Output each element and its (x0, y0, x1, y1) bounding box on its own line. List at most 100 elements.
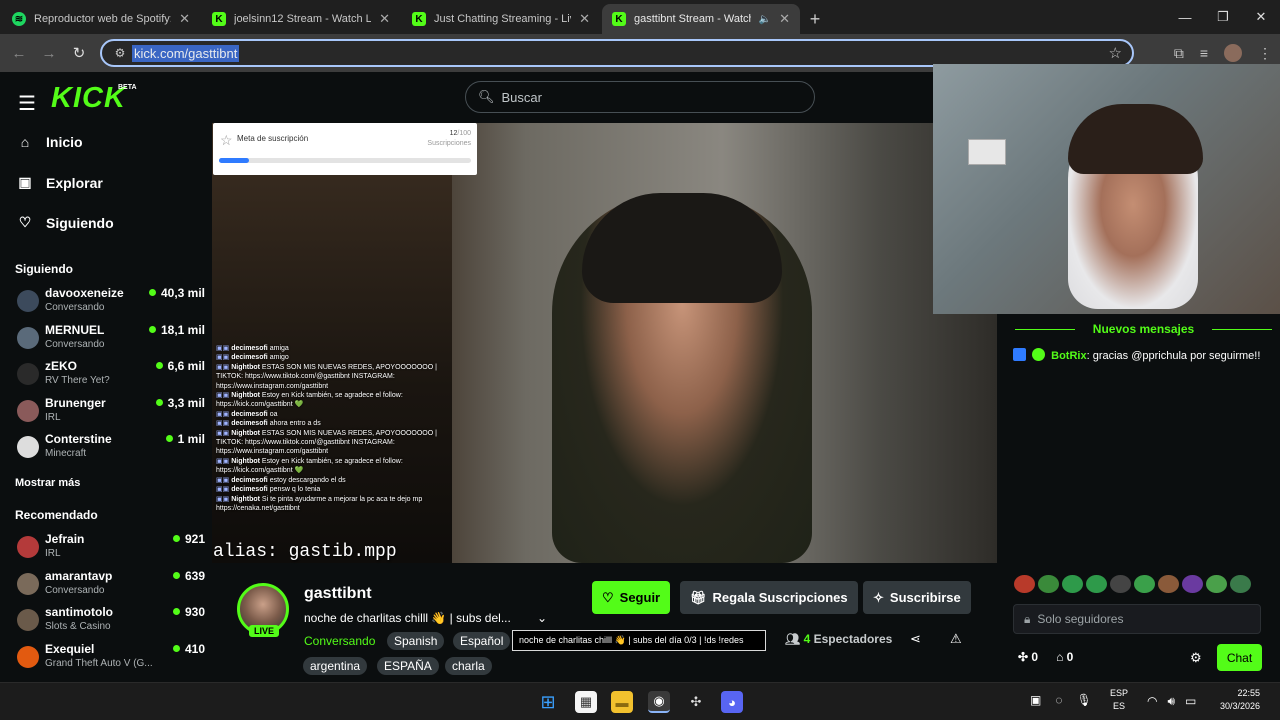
battery-icon[interactable]: ▭ (1185, 694, 1196, 709)
tray-app-icon[interactable]: ◌ (1055, 693, 1062, 707)
webcam-overlay (933, 64, 1280, 314)
kicks-counter[interactable]: ✣ 0 (1018, 650, 1038, 664)
tab-gasttibnt[interactable]: K gasttibnt Stream - Watch Li 🔈 ✕ (602, 4, 800, 34)
channel-row[interactable]: santimotolo Slots & Casino 930 (15, 604, 205, 640)
streamer-name[interactable]: gasttibnt (304, 585, 372, 603)
url-text[interactable]: kick.com/gasttibnt (132, 44, 240, 62)
compass-icon: ▣ (18, 174, 32, 190)
chat-send-button[interactable]: Chat (1217, 644, 1262, 671)
emote-icon[interactable] (1134, 575, 1155, 593)
app-icon[interactable]: ✣ (685, 691, 707, 713)
lock-icon: 🔒︎ (1024, 611, 1031, 626)
gifts-value: 0 (1066, 650, 1074, 664)
viewer-count: 921 (173, 532, 205, 546)
bookmark-star-icon[interactable]: ☆ (1109, 44, 1122, 62)
chevron-down-icon[interactable]: ⌄ (537, 611, 547, 625)
show-more-link[interactable]: Mostrar más (15, 477, 80, 489)
overlay-chat-user: Nightbot (231, 392, 260, 400)
tag-espanol[interactable]: Español (453, 632, 511, 650)
chat-input[interactable]: 🔒︎ Solo seguidores (1013, 604, 1261, 634)
close-icon[interactable]: ✕ (579, 11, 590, 27)
maximize-icon[interactable]: ❐ (1204, 0, 1242, 34)
close-icon[interactable]: ✕ (779, 11, 790, 27)
new-tab-button[interactable]: + (800, 4, 830, 34)
emote-icon[interactable] (1086, 575, 1107, 593)
clock[interactable]: 22:55 30/3/2026 (1220, 687, 1260, 713)
report-icon[interactable]: ⚠ (950, 631, 962, 647)
tag-spanish[interactable]: Spanish (387, 632, 445, 650)
emote-icon[interactable] (1062, 575, 1083, 593)
menu-icon[interactable]: ⋮ (1258, 45, 1272, 62)
tag-charla[interactable]: charla (445, 657, 492, 675)
tag-argentina[interactable]: argentina (303, 657, 368, 675)
goal-title: Meta de suscripción (237, 134, 309, 143)
hamburger-menu-icon[interactable]: ☰ (18, 91, 36, 116)
chat-text: gracias @pprichula por seguirme!! (1092, 350, 1261, 362)
lang-top: ESP (1110, 688, 1129, 698)
channel-name: zEKO (45, 359, 78, 374)
overlay-chat-user: decimesofi (231, 354, 268, 362)
file-explorer-icon[interactable]: ▬ (611, 691, 633, 713)
share-icon[interactable]: ⋖ (910, 631, 921, 647)
close-icon[interactable]: ✕ (179, 11, 190, 27)
channel-row[interactable]: MERNUEL Conversando 18,1 mil (15, 322, 205, 358)
forward-icon[interactable]: → (34, 45, 64, 62)
tab-just-chatting[interactable]: K Just Chatting Streaming - Live S ✕ (402, 4, 600, 34)
extensions-icon[interactable]: ⧉ (1174, 45, 1184, 62)
channel-row[interactable]: Jefrain IRL 921 (15, 531, 205, 567)
input-language[interactable]: ESP ES (1110, 687, 1128, 713)
nav-explorar[interactable]: ▣ Explorar (18, 174, 102, 191)
channel-row[interactable]: amarantavp Conversando 639 (15, 568, 205, 604)
emote-icon[interactable] (1230, 575, 1251, 593)
channel-row[interactable]: Brunenger IRL 3,3 mil (15, 395, 205, 431)
emote-icon[interactable] (1014, 575, 1035, 593)
subscribe-button[interactable]: ✧ Suscribirse (863, 581, 971, 614)
chat-bottom-stats: ✣ 0 ⌂ 0 (1018, 650, 1073, 664)
windows-start-icon[interactable]: ⊞ (537, 691, 559, 713)
search-input[interactable]: 🔍︎ Buscar (465, 81, 815, 113)
store-icon[interactable]: ▦ (575, 691, 597, 713)
profile-avatar[interactable] (1224, 44, 1242, 62)
nav-inicio[interactable]: ⌂ Inicio (18, 134, 83, 150)
channel-category: IRL (45, 548, 61, 559)
tab-spotify[interactable]: ≋ Reproductor web de Spotify: m ✕ (2, 4, 200, 34)
back-icon[interactable]: ← (4, 45, 34, 62)
reload-icon[interactable]: ↻ (64, 44, 94, 62)
close-icon[interactable]: ✕ (379, 11, 390, 27)
emote-icon[interactable] (1110, 575, 1131, 593)
sparkle-icon: ✧ (873, 589, 884, 605)
tab-joelsinn12[interactable]: K joelsinn12 Stream - Watch Live ✕ (202, 4, 400, 34)
new-messages-divider[interactable]: Nuevos mensajes (1007, 321, 1280, 338)
gift-subs-button[interactable]: 🎁︎ Regala Suscripciones (680, 581, 858, 614)
stream-category[interactable]: Conversando (304, 634, 375, 648)
tag-espana[interactable]: ESPAÑA (377, 657, 439, 675)
gifts-counter[interactable]: ⌂ 0 (1056, 650, 1073, 664)
minimize-icon[interactable]: — (1166, 0, 1204, 34)
discord-icon[interactable]: ◕ (721, 691, 743, 713)
chat-username[interactable]: BotRix (1051, 350, 1086, 362)
emote-icon[interactable] (1158, 575, 1179, 593)
wifi-icon[interactable]: ◠ (1147, 694, 1157, 709)
channel-row[interactable]: Exequiel Grand Theft Auto V (G... 410 (15, 641, 205, 677)
close-window-icon[interactable]: ✕ (1242, 0, 1280, 34)
home-icon: ⌂ (20, 134, 30, 150)
kick-logo[interactable]: KICK (51, 82, 126, 115)
microphone-icon[interactable]: 🎙︎ (1076, 693, 1091, 707)
emote-icon[interactable] (1038, 575, 1059, 593)
channel-row[interactable]: davooxeneize Conversando 40,3 mil (15, 285, 205, 321)
emote-icon[interactable] (1182, 575, 1203, 593)
channel-row[interactable]: zEKO RV There Yet? 6,6 mil (15, 358, 205, 394)
nav-siguiendo[interactable]: ♡ Siguiendo (18, 214, 114, 231)
chrome-icon[interactable]: ◉ (648, 691, 670, 713)
channel-row[interactable]: Conterstine Minecraft 1 mil (15, 431, 205, 467)
channel-name: santimotolo (45, 605, 113, 620)
media-icon[interactable]: ≡ (1200, 45, 1208, 61)
volume-icon[interactable]: 🔊︎ (1167, 694, 1175, 709)
follow-button[interactable]: ♡ Seguir (592, 581, 671, 614)
gear-icon[interactable]: ⚙ (1190, 650, 1202, 666)
site-info-icon[interactable]: ⚙ (108, 46, 132, 60)
url-input[interactable]: ⚙ kick.com/gasttibnt ☆ (100, 39, 1134, 67)
emote-icon[interactable] (1206, 575, 1227, 593)
speaker-icon[interactable]: 🔈 (759, 14, 771, 25)
tray-app-icon[interactable]: ▣ (1030, 693, 1041, 707)
